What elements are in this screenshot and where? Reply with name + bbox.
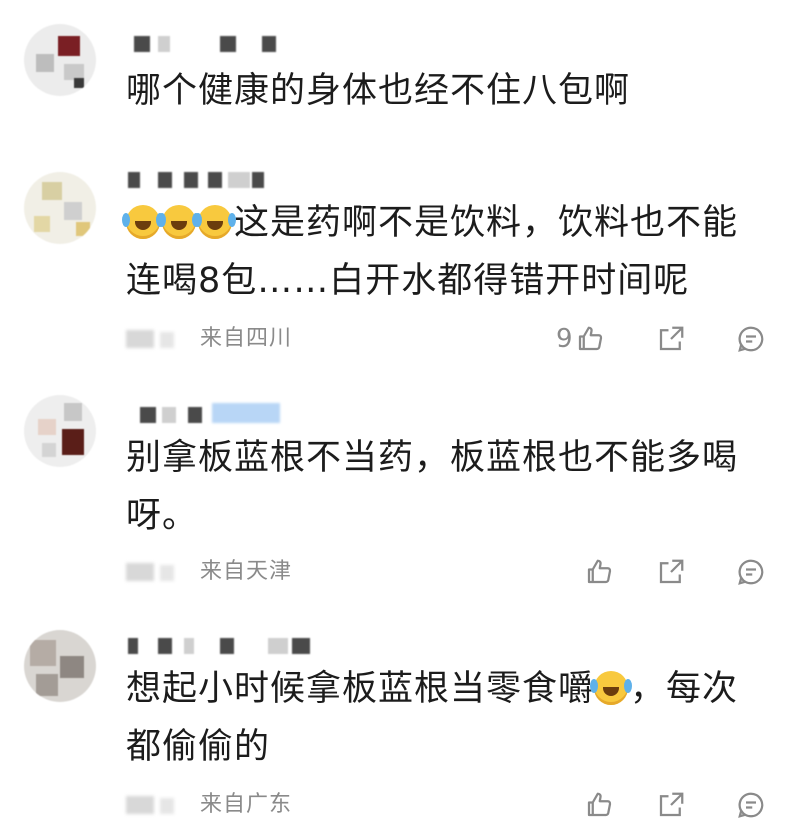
comment-text: 别拿板蓝根不当药，板蓝根也不能多喝呀。: [126, 438, 739, 536]
laugh-cry-emoji: [194, 205, 232, 239]
location-label: 来自四川: [200, 326, 293, 351]
timestamp-redacted: [160, 798, 174, 814]
share-button[interactable]: [656, 788, 686, 822]
laugh-cry-emoji: [122, 205, 160, 239]
reply-button[interactable]: [736, 788, 766, 822]
avatar[interactable]: [24, 24, 96, 96]
comment-text: 想起小时候拿板蓝根当零食嚼 ，每次都偷偷的: [126, 660, 770, 776]
comment-item: 这是药啊不是饮料，饮料也不能连喝8包……白开水都得错开时间呢 来自四川 9: [0, 150, 800, 370]
timestamp-redacted: [126, 330, 154, 348]
comment-item: 想起小时候拿板蓝根当零食嚼 ，每次都偷偷的 来自广东: [0, 620, 800, 837]
like-count: 9: [556, 324, 573, 354]
comment-icon: [738, 559, 764, 585]
comment-text: 哪个健康的身体也经不住八包啊: [126, 71, 631, 111]
share-icon: [659, 559, 684, 584]
comment-meta: 来自广东: [126, 790, 800, 820]
like-button[interactable]: 9: [556, 322, 605, 356]
thumbs-up-icon: [587, 792, 612, 817]
laugh-cry-emoji: [590, 671, 629, 705]
laugh-cry-emoji: [158, 205, 196, 239]
location-label: 来自天津: [200, 559, 293, 584]
timestamp-redacted: [126, 563, 154, 581]
comment-text: 这是药啊不是饮料，饮料也不能连喝8包……白开水都得错开时间呢: [122, 194, 770, 310]
reply-button[interactable]: [736, 555, 766, 589]
like-button[interactable]: [582, 788, 614, 822]
share-icon: [659, 792, 684, 817]
avatar[interactable]: [24, 630, 96, 702]
timestamp-redacted: [160, 565, 174, 581]
reply-button[interactable]: [736, 322, 766, 356]
avatar[interactable]: [24, 395, 96, 467]
comment-item: 哪个健康的身体也经不住八包啊: [0, 0, 800, 140]
comment-item: 别拿板蓝根不当药，板蓝根也不能多喝呀。 来自天津: [0, 385, 800, 605]
share-button[interactable]: [656, 322, 686, 356]
comment-icon: [738, 792, 764, 818]
like-button[interactable]: [582, 555, 614, 589]
thumbs-up-icon: [578, 326, 602, 351]
comment-meta: 来自天津: [126, 557, 800, 587]
comment-meta: 来自四川 9: [126, 324, 800, 354]
location-label: 来自广东: [200, 792, 293, 817]
comment-icon: [738, 326, 764, 352]
avatar[interactable]: [24, 172, 96, 244]
thumbs-up-icon: [587, 559, 612, 584]
share-icon: [659, 326, 684, 351]
share-button[interactable]: [656, 555, 686, 589]
comment-text-before: 想起小时候拿板蓝根当零食嚼: [126, 669, 595, 709]
timestamp-redacted: [160, 332, 174, 348]
timestamp-redacted: [126, 796, 154, 814]
